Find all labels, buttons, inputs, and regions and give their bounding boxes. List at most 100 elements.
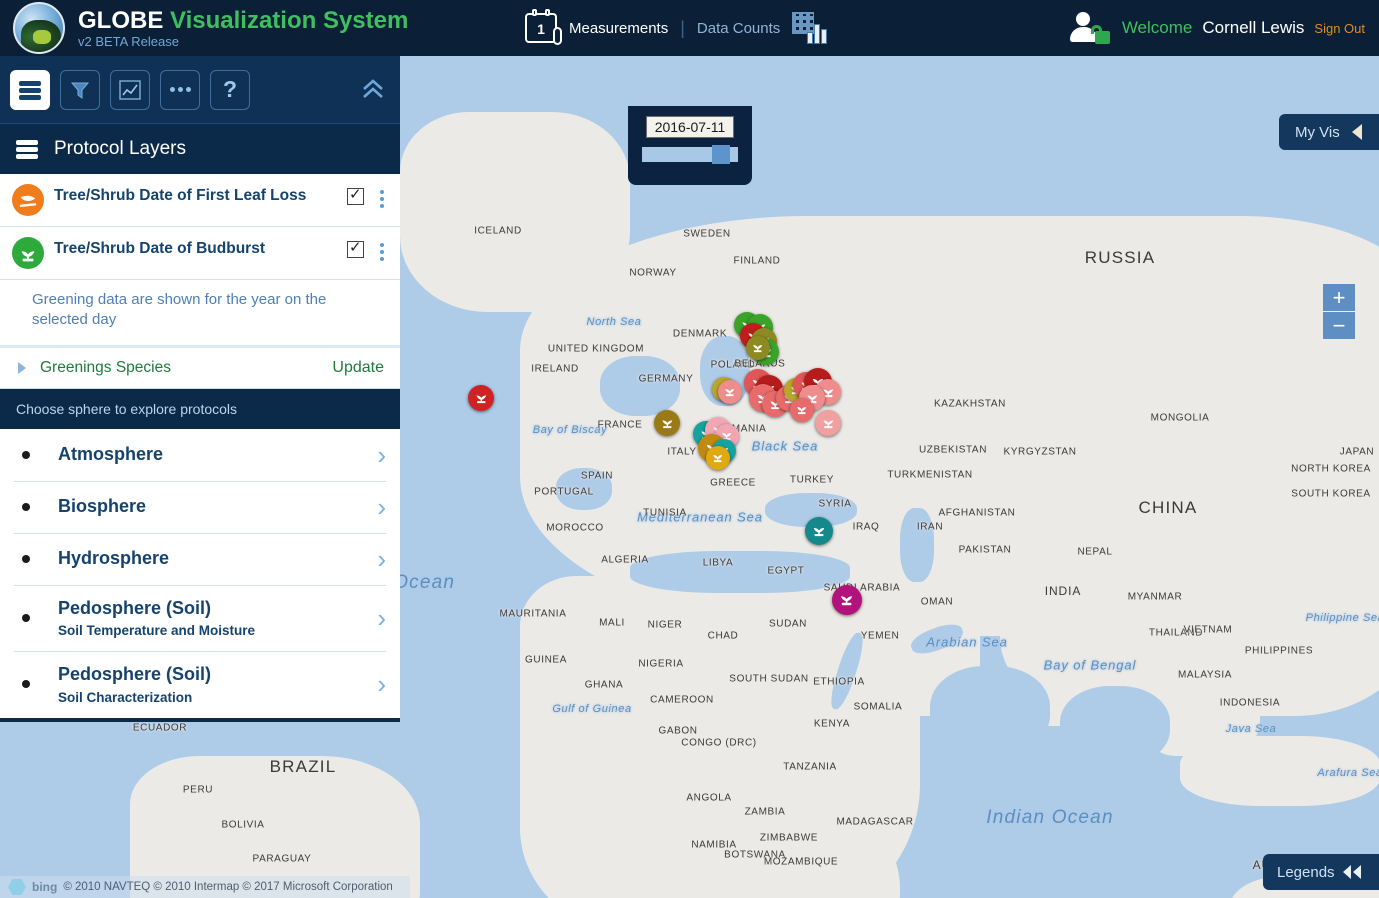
layers-icon-header xyxy=(16,140,38,159)
sphere-text: Pedosphere (Soil) Soil Temperature and Mo… xyxy=(58,598,377,639)
map-label: ZIMBABWE xyxy=(759,832,819,844)
zoom-in-button[interactable]: + xyxy=(1323,284,1355,312)
greenings-species-label[interactable]: Greenings Species xyxy=(40,359,332,377)
map-label: BOLIVIA xyxy=(221,819,265,831)
logo-container[interactable] xyxy=(0,2,78,54)
layer-row[interactable]: Tree/Shrub Date of Budburst xyxy=(0,227,400,280)
panel-header: Protocol Layers xyxy=(0,124,400,174)
bullet-icon xyxy=(22,450,30,459)
map-marker[interactable] xyxy=(805,517,833,545)
map-label: JAPAN xyxy=(1339,446,1375,458)
sphere-subtitle: Soil Temperature and Moisture xyxy=(58,623,256,639)
layer-row[interactable]: Tree/Shrub Date of First Leaf Loss xyxy=(0,174,400,227)
map-label: North Sea xyxy=(586,316,642,328)
app-title-block: GLOBE Visualization System v2 BETA Relea… xyxy=(78,7,408,49)
map-marker[interactable] xyxy=(746,336,770,360)
panel-toolbar: ? xyxy=(0,56,400,124)
map-label: NORTH KOREA xyxy=(1291,463,1371,475)
map-label: LIBYA xyxy=(702,557,734,569)
layer-options-menu-icon[interactable] xyxy=(374,237,390,261)
map-label: TANZANIA xyxy=(783,761,837,773)
tool-help-button[interactable]: ? xyxy=(210,69,250,110)
tool-graph-button[interactable] xyxy=(110,69,150,110)
sphere-item-biosphere[interactable]: Biosphere › xyxy=(0,480,400,533)
sphere-item-pedosphere-soil[interactable]: Pedosphere (Soil) Soil Characterization › xyxy=(0,651,400,718)
date-slider-widget[interactable]: 2016-07-11 xyxy=(628,106,752,185)
sprout-icon xyxy=(12,237,44,269)
map-label: Black Sea xyxy=(751,438,819,454)
map-label: EGYPT xyxy=(767,565,805,577)
legends-button[interactable]: Legends xyxy=(1263,854,1379,890)
layer-note: Greening data are shown for the year on … xyxy=(0,280,400,348)
map-marker[interactable] xyxy=(468,385,494,411)
selected-date-value[interactable]: 2016-07-11 xyxy=(645,116,735,138)
funnel-icon xyxy=(70,82,90,99)
map-label: MONGOLIA xyxy=(1150,412,1210,424)
data-counts-chart-icon[interactable] xyxy=(792,12,828,44)
chevron-right-icon: › xyxy=(377,543,386,574)
map-marker[interactable] xyxy=(815,410,841,436)
tab-measurements[interactable]: Measurements xyxy=(569,20,668,37)
layer-visibility-checkbox[interactable] xyxy=(347,185,364,205)
map-label: ANGOLA xyxy=(686,792,732,804)
map-label: ETHIOPIA xyxy=(813,676,865,688)
map-marker[interactable] xyxy=(706,446,730,470)
map-marker[interactable] xyxy=(654,410,680,436)
map-label: GUINEA xyxy=(525,654,567,666)
layer-options-menu-icon[interactable] xyxy=(374,184,390,208)
map-label: MOROCCO xyxy=(546,522,604,534)
calendar-thermometer-icon: 1 xyxy=(525,9,562,45)
map-label: MALI xyxy=(599,617,625,629)
greenings-species-row[interactable]: Greenings Species Update xyxy=(0,347,400,389)
date-slider-track[interactable] xyxy=(642,145,738,164)
map-label: ECUADOR xyxy=(132,722,188,734)
sphere-item-pedosphere-soil[interactable]: Pedosphere (Soil) Soil Temperature and Mo… xyxy=(0,584,400,652)
chevron-right-icon: › xyxy=(377,602,386,633)
sphere-text: Biosphere xyxy=(58,496,377,518)
app-subtitle: v2 BETA Release xyxy=(78,33,179,49)
layer-name: Tree/Shrub Date of Budburst xyxy=(54,240,265,257)
water-arabiansea xyxy=(930,666,1050,756)
map-marker[interactable] xyxy=(718,380,742,404)
map-label: DENMARK xyxy=(672,328,728,340)
sphere-item-hydrosphere[interactable]: Hydrosphere › xyxy=(0,532,400,585)
map-label: PERU xyxy=(182,784,214,796)
layer-visibility-checkbox[interactable] xyxy=(347,238,364,258)
zoom-controls[interactable]: + − xyxy=(1323,284,1355,340)
map-marker[interactable] xyxy=(790,398,814,422)
layer-name: Tree/Shrub Date of First Leaf Loss xyxy=(54,187,307,204)
left-panel: ? Protocol Layers Tree/Shrub Date of Fir… xyxy=(0,56,400,722)
tool-more-button[interactable] xyxy=(160,69,200,110)
map-label: NEPAL xyxy=(1077,546,1113,558)
zoom-out-button[interactable]: − xyxy=(1323,312,1355,340)
sphere-text: Hydrosphere xyxy=(58,548,377,570)
map-label: PARAGUAY xyxy=(252,853,312,865)
date-slider-handle[interactable] xyxy=(712,145,731,164)
map-label: RUSSIA xyxy=(1084,248,1156,267)
map-label: Gulf of Guinea xyxy=(552,703,632,715)
sphere-text: Atmosphere xyxy=(58,444,377,466)
bing-label: bing xyxy=(32,880,58,894)
user-unlocked-icon xyxy=(1069,11,1112,45)
panel-title: Protocol Layers xyxy=(54,138,187,159)
my-vis-label: My Vis xyxy=(1295,123,1340,141)
map-label: SWEDEN xyxy=(683,228,731,240)
map-label: TUNISIA xyxy=(643,507,687,519)
sphere-name: Pedosphere (Soil) xyxy=(58,597,212,618)
tool-filter-button[interactable] xyxy=(60,69,100,110)
map-label: PAKISTAN xyxy=(958,544,1012,556)
map-label: Bay of Bengal xyxy=(1043,657,1137,673)
sphere-section-header: Choose sphere to explore protocols xyxy=(0,388,400,429)
panel-collapse-button[interactable] xyxy=(360,78,386,105)
my-vis-button[interactable]: My Vis xyxy=(1279,114,1379,150)
tab-data-counts[interactable]: Data Counts xyxy=(697,20,780,37)
layers-icon xyxy=(19,80,41,100)
tool-layers-button[interactable] xyxy=(10,69,50,110)
map-label: NORWAY xyxy=(629,267,677,279)
map-label: CONGO (DRC) xyxy=(681,737,757,749)
sphere-item-atmosphere[interactable]: Atmosphere › xyxy=(0,428,400,481)
map-label: KAZAKHSTAN xyxy=(934,398,1006,410)
update-button[interactable]: Update xyxy=(332,359,384,377)
map-marker[interactable] xyxy=(832,585,862,615)
sign-out-link[interactable]: Sign Out xyxy=(1314,21,1365,36)
